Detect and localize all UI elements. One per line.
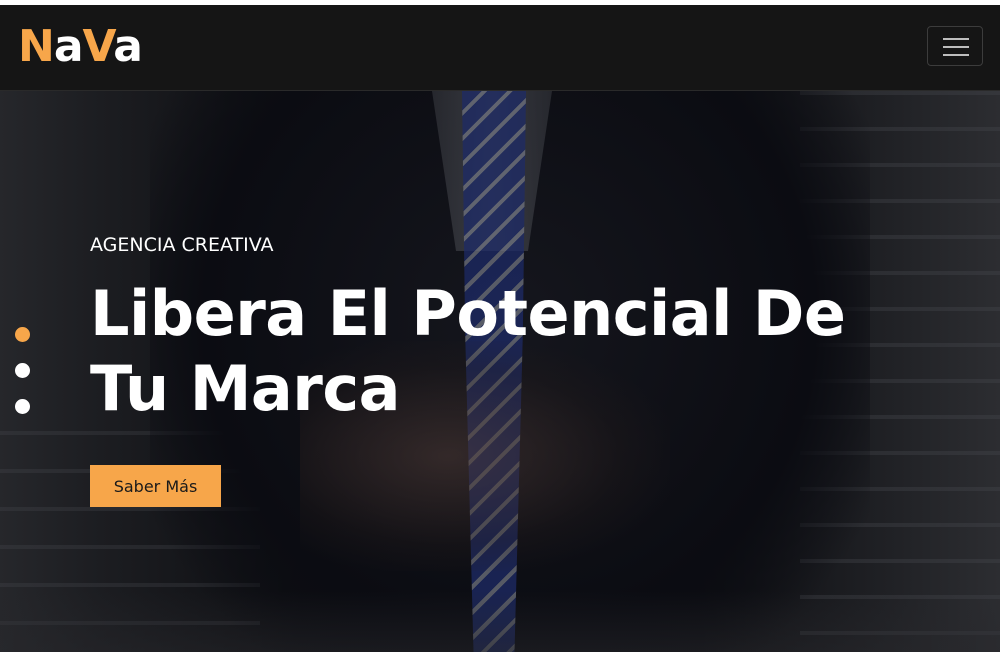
saber-mas-button[interactable]: Saber Más (90, 465, 221, 507)
hero-eyebrow: AGENCIA CREATIVA (90, 234, 274, 256)
page: NaVa AGENCIA CREATIVA Libera El Potencia… (0, 0, 1000, 668)
carousel-indicator-1[interactable] (15, 327, 30, 342)
logo-letter-a: a (53, 21, 84, 72)
hamburger-line-top (943, 38, 969, 40)
carousel-indicator-3[interactable] (15, 399, 30, 414)
hamburger-line-middle (943, 46, 969, 48)
hamburger-line-bottom (943, 54, 969, 56)
brand-logo[interactable]: NaVa (18, 19, 143, 75)
menu-toggle-button[interactable] (927, 26, 983, 66)
navbar: NaVa (0, 5, 1000, 91)
logo-letter-a-2: a (113, 21, 143, 72)
page-bottom-edge (0, 652, 1000, 668)
logo-letter-n: N (18, 21, 55, 72)
floor-shadow (0, 591, 1000, 652)
logo-letter-v: V (82, 21, 115, 72)
hero-carousel: AGENCIA CREATIVA Libera El Potencial De … (0, 91, 1000, 652)
carousel-indicator-2[interactable] (15, 363, 30, 378)
hero-headline: Libera El Potencial De Tu Marca (90, 277, 846, 425)
